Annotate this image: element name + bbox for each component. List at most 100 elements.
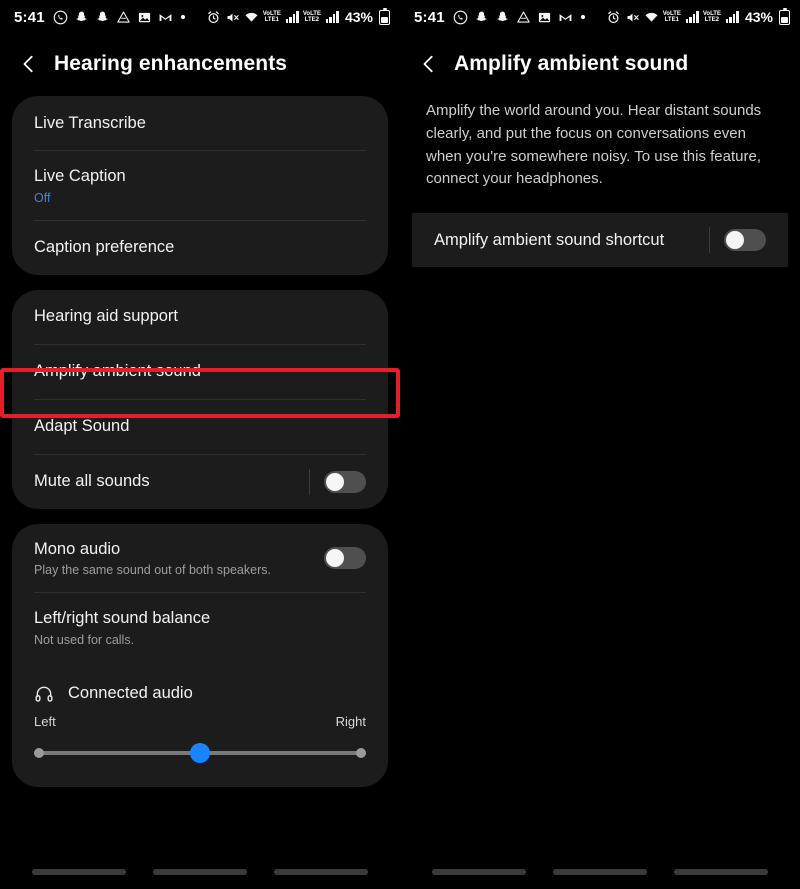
list-item-label: Mono audio: [34, 539, 121, 558]
list-item-live-transcribe[interactable]: Live Transcribe: [12, 96, 388, 150]
status-bar-left: 5:41: [14, 9, 206, 26]
home-button[interactable]: [552, 869, 647, 875]
list-item-amplify-ambient-sound-shortcut[interactable]: Amplify ambient sound shortcut: [412, 213, 788, 267]
recents-button[interactable]: [431, 869, 526, 875]
list-item-label: Hearing aid support: [34, 307, 179, 326]
slider-thumb[interactable]: [190, 742, 210, 763]
slider-end-left: [34, 747, 44, 758]
row-text: Mono audio Play the same sound out of bo…: [34, 524, 320, 593]
list-item-label: Adapt Sound: [34, 417, 130, 436]
list-item-label: Amplify ambient sound shortcut: [434, 230, 665, 249]
status-bar-right: VoLTE LTE1 VoLTE LTE2 43%: [206, 7, 390, 25]
gmail-icon: [558, 10, 573, 25]
status-bar-clock: 5:41: [14, 8, 45, 26]
hearing-card: Hearing aid support Amplify ambient soun…: [12, 289, 388, 509]
list-item-label: Mute all sounds: [34, 472, 150, 491]
right-screen-panel: 5:41 VoLTE LTE1 VoLTE LTE2 43% Amplify a…: [400, 0, 800, 889]
left-screen-panel: 5:41 VoLTE LTE1 VoLTE LTE2 43% Hearing e…: [0, 0, 400, 889]
list-item-label: Live Caption: [34, 167, 126, 185]
row-text: Hearing aid support: [34, 291, 366, 342]
row-text: Adapt Sound: [34, 401, 366, 452]
row-text: Mute all sounds: [34, 456, 305, 507]
dual-screenshot-container: 5:41 VoLTE LTE1 VoLTE LTE2 43% Hearing e…: [0, 0, 800, 889]
gallery-icon: [537, 10, 552, 25]
back-button[interactable]: [674, 869, 769, 875]
list-item-adapt-sound[interactable]: Adapt Sound: [12, 400, 388, 454]
slider-right-label: Right: [335, 713, 366, 729]
list-item-mute-all-sounds[interactable]: Mute all sounds: [12, 455, 388, 509]
vertical-divider: [709, 227, 710, 254]
snapchat-icon: [495, 10, 510, 25]
snapchat-icon: [74, 10, 89, 25]
slider-left-label: Left: [34, 713, 56, 729]
right-title-bar: Amplify ambient sound: [400, 34, 800, 96]
mute-icon: [625, 10, 640, 25]
back-chevron-icon[interactable]: [418, 53, 440, 75]
list-item-label: Amplify ambient sound: [34, 362, 201, 381]
status-bar-right: VoLTE LTE1 VoLTE LTE2 43%: [606, 7, 790, 25]
alarm-icon: [606, 10, 621, 25]
back-button[interactable]: [274, 869, 369, 875]
list-item-value: Off: [34, 190, 51, 205]
toggle-area: [705, 227, 766, 254]
wifi-icon: [644, 10, 659, 25]
toggle-area: [305, 468, 366, 495]
recents-button[interactable]: [31, 869, 126, 875]
signal-bars-sim2-icon: [725, 11, 739, 23]
slider-end-right: [356, 747, 366, 758]
list-item-live-caption[interactable]: Live Caption Off: [12, 151, 388, 220]
battery-percent-label: 43%: [744, 9, 773, 25]
snapchat-icon: [474, 10, 489, 25]
row-text: Amplify ambient sound shortcut: [434, 215, 705, 266]
audio-card: Mono audio Play the same sound out of bo…: [12, 523, 388, 787]
home-button[interactable]: [152, 869, 247, 875]
feature-description: Amplify the world around you. Hear dista…: [426, 102, 762, 188]
signal-bars-sim1-icon: [685, 11, 699, 23]
connected-audio-row: Connected audio: [12, 662, 388, 710]
row-text: Live Caption Off: [34, 151, 366, 220]
volte-lte2-label: VoLTE LTE2: [302, 11, 321, 23]
balance-slider[interactable]: [34, 742, 366, 763]
gallery-icon: [137, 10, 152, 25]
left-title-bar: Hearing enhancements: [0, 34, 400, 96]
toggle-knob: [726, 231, 744, 250]
row-text: Amplify ambient sound: [34, 346, 366, 397]
list-item-label: Left/right sound balance: [34, 609, 211, 628]
alarm-icon: [206, 10, 221, 25]
status-bar-clock: 5:41: [414, 8, 445, 26]
shortcut-card: Amplify ambient sound shortcut: [412, 213, 788, 268]
list-item-label: Caption preference: [34, 238, 175, 257]
mute-icon: [225, 10, 240, 25]
toggle-area: [320, 546, 366, 569]
list-item-left-right-balance[interactable]: Left/right sound balance Not used for ca…: [12, 593, 388, 662]
headphones-icon: [34, 684, 54, 704]
row-text: Left/right sound balance Not used for ca…: [34, 593, 366, 662]
row-text: Live Transcribe: [34, 98, 366, 149]
amplify-ambient-sound-shortcut-toggle[interactable]: [724, 229, 766, 252]
back-chevron-icon[interactable]: [18, 53, 40, 75]
list-item-amplify-ambient-sound[interactable]: Amplify ambient sound: [12, 345, 388, 399]
list-item-mono-audio[interactable]: Mono audio Play the same sound out of bo…: [12, 524, 388, 593]
mono-audio-toggle[interactable]: [324, 546, 366, 569]
connected-audio-label: Connected audio: [68, 684, 193, 703]
balance-slider-block: Left Right: [12, 710, 388, 787]
list-item-hearing-aid-support[interactable]: Hearing aid support: [12, 290, 388, 344]
list-item-caption-preference[interactable]: Caption preference: [12, 221, 388, 275]
toggle-knob: [326, 472, 344, 491]
more-dot-icon: [180, 15, 185, 19]
battery-icon: [779, 7, 790, 25]
whatsapp-icon: [53, 10, 68, 25]
page-title: Amplify ambient sound: [454, 52, 689, 75]
navigation-bar: [0, 863, 400, 889]
mute-all-sounds-toggle[interactable]: [324, 470, 366, 493]
list-item-description: Play the same sound out of both speakers…: [34, 563, 271, 578]
whatsapp-icon: [453, 10, 468, 25]
status-bar: 5:41 VoLTE LTE1 VoLTE LTE2 43%: [400, 0, 800, 34]
status-bar-left: 5:41: [414, 9, 606, 26]
volte-lte1-label: VoLTE LTE1: [662, 11, 681, 23]
status-bar: 5:41 VoLTE LTE1 VoLTE LTE2 43%: [0, 0, 400, 34]
signal-bars-sim2-icon: [325, 11, 339, 23]
row-text: Caption preference: [34, 222, 366, 273]
wifi-icon: [244, 10, 259, 25]
snapchat-icon: [95, 10, 110, 25]
